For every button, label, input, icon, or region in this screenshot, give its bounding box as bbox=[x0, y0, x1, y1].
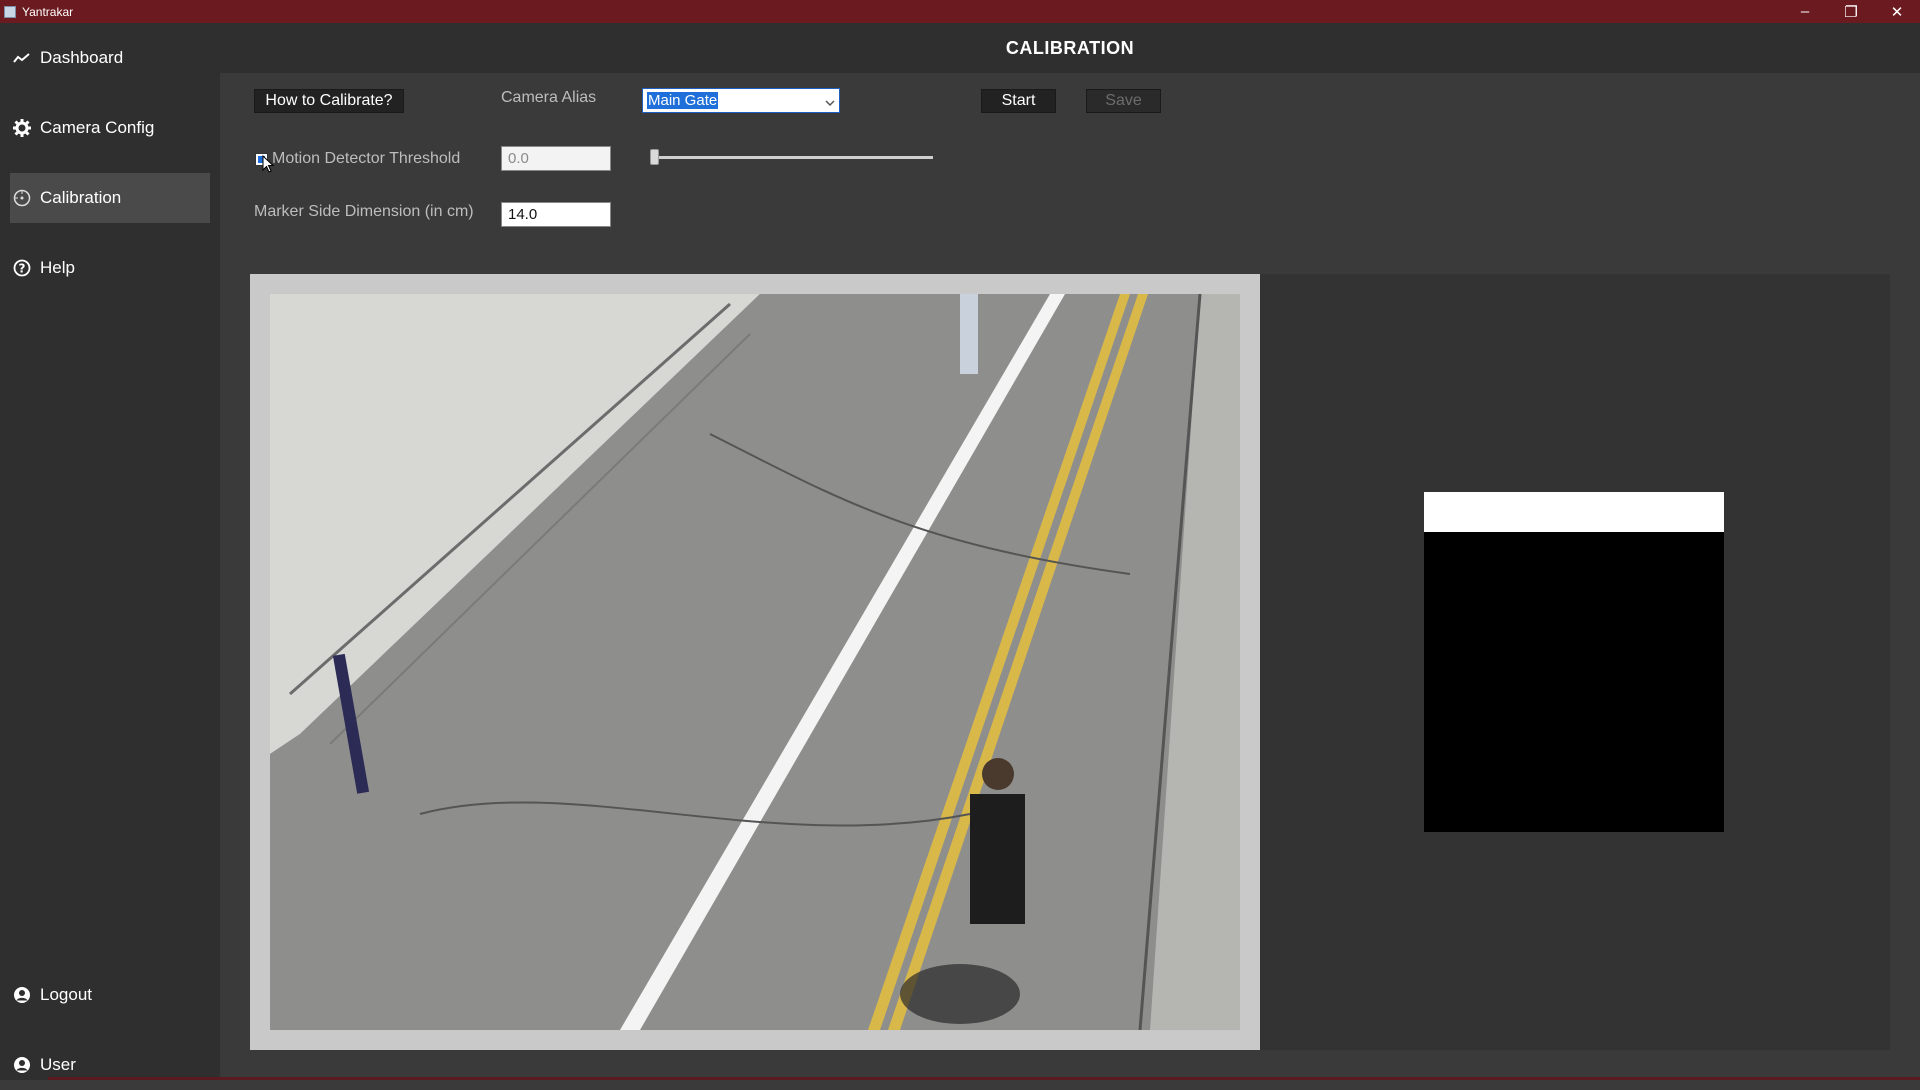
mouse-cursor-icon bbox=[262, 155, 274, 173]
sidebar-item-label: Help bbox=[40, 258, 75, 277]
save-button[interactable]: Save bbox=[1086, 89, 1161, 113]
window-title: Yantrakar bbox=[22, 4, 74, 19]
sidebar-item-label: Camera Config bbox=[40, 118, 155, 137]
marker-dimension-field[interactable]: 14.0 bbox=[501, 202, 611, 227]
close-button[interactable]: ✕ bbox=[1874, 0, 1920, 23]
motion-threshold-slider[interactable] bbox=[650, 156, 933, 159]
camera-alias-value: Main Gate bbox=[647, 92, 719, 109]
target-icon bbox=[12, 188, 32, 208]
user-circle-icon bbox=[12, 1055, 32, 1075]
title-bar: Yantrakar – ❐ ✕ bbox=[0, 0, 1920, 23]
camera-alias-label: Camera Alias bbox=[501, 89, 597, 106]
marker-preview bbox=[1424, 532, 1724, 832]
sidebar-item-logout[interactable]: Logout bbox=[10, 970, 210, 1020]
svg-text:?: ? bbox=[19, 262, 26, 276]
sidebar-item-label: Dashboard bbox=[40, 48, 124, 67]
chevron-down-icon bbox=[825, 95, 835, 107]
slider-handle[interactable] bbox=[650, 149, 659, 165]
user-circle-icon bbox=[12, 985, 32, 1005]
camera-feed bbox=[270, 294, 1240, 1030]
camera-alias-select[interactable]: Main Gate bbox=[642, 88, 840, 113]
video-frame bbox=[250, 274, 1260, 1050]
page-title: CALIBRATION bbox=[220, 23, 1920, 73]
window-controls: – ❐ ✕ bbox=[1782, 0, 1920, 23]
sidebar-item-user[interactable]: User bbox=[10, 1040, 210, 1090]
app-icon bbox=[4, 5, 16, 18]
sidebar-item-label: User bbox=[40, 1055, 76, 1074]
sidebar: Dashboard Camera Config Calibration ? He… bbox=[0, 23, 220, 1080]
marker-preview-panel bbox=[1260, 274, 1890, 1050]
help-circle-icon: ? bbox=[12, 258, 32, 278]
sidebar-item-label: Logout bbox=[40, 985, 92, 1004]
marker-preview-header bbox=[1424, 492, 1724, 532]
dashboard-icon bbox=[12, 48, 32, 68]
motion-threshold-label: Motion Detector Threshold bbox=[272, 150, 461, 167]
motion-threshold-field[interactable]: 0.0 bbox=[501, 146, 611, 171]
sidebar-item-label: Calibration bbox=[40, 188, 122, 207]
sidebar-item-help[interactable]: ? Help bbox=[10, 243, 210, 293]
sidebar-item-calibration[interactable]: Calibration bbox=[10, 173, 210, 223]
restore-button[interactable]: ❐ bbox=[1828, 0, 1874, 23]
sidebar-item-camera-config[interactable]: Camera Config bbox=[10, 103, 210, 153]
minimize-button[interactable]: – bbox=[1782, 0, 1828, 23]
gear-icon bbox=[12, 118, 32, 138]
marker-dimension-label: Marker Side Dimension (in cm) bbox=[254, 203, 474, 220]
sidebar-item-dashboard[interactable]: Dashboard bbox=[10, 33, 210, 83]
how-to-calibrate-button[interactable]: How to Calibrate? bbox=[254, 89, 404, 113]
start-button[interactable]: Start bbox=[981, 89, 1056, 113]
